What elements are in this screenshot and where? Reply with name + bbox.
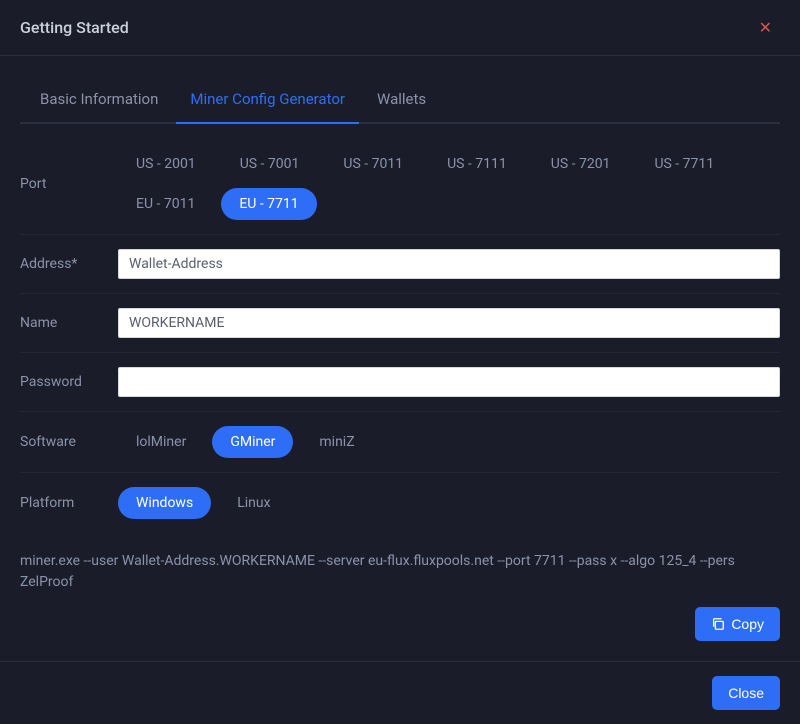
label-address: Address* — [20, 256, 118, 272]
software-option-gminer[interactable]: GMiner — [212, 426, 293, 458]
label-software: Software — [20, 434, 118, 450]
label-name: Name — [20, 315, 118, 331]
row-platform: Platform Windows Linux — [20, 473, 780, 533]
name-input[interactable] — [118, 308, 780, 338]
software-options: lolMiner GMiner miniZ — [118, 426, 780, 458]
value-name — [118, 308, 780, 338]
close-icon[interactable]: ✕ — [751, 14, 780, 41]
label-port: Port — [20, 176, 118, 192]
tab-bar: Basic Information Miner Config Generator… — [20, 76, 780, 124]
row-name: Name — [20, 294, 780, 353]
port-option-eu-7711[interactable]: EU - 7711 — [221, 188, 316, 220]
row-software: Software lolMiner GMiner miniZ — [20, 412, 780, 473]
copy-row: Copy — [20, 607, 780, 641]
copy-button[interactable]: Copy — [695, 607, 780, 641]
modal-footer: Close — [0, 661, 800, 724]
address-input[interactable] — [118, 249, 780, 279]
software-option-lolminer[interactable]: lolMiner — [118, 426, 204, 458]
port-option-us-7001[interactable]: US - 7001 — [222, 148, 318, 180]
port-option-us-7011[interactable]: US - 7011 — [325, 148, 421, 180]
platform-options: Windows Linux — [118, 487, 780, 519]
port-options: US - 2001 US - 7001 US - 7011 US - 7111 … — [118, 148, 780, 220]
close-button[interactable]: Close — [712, 676, 780, 710]
password-input[interactable] — [118, 367, 780, 397]
label-password: Password — [20, 374, 118, 390]
command-output: miner.exe --user Wallet-Address.WORKERNA… — [20, 551, 780, 593]
form-rows: Port US - 2001 US - 7001 US - 7011 US - … — [20, 134, 780, 533]
copy-icon — [711, 617, 725, 631]
tab-basic-information[interactable]: Basic Information — [38, 76, 160, 122]
row-password: Password — [20, 353, 780, 412]
software-option-miniz[interactable]: miniZ — [301, 426, 372, 458]
close-button-label: Close — [728, 685, 764, 701]
row-address: Address* — [20, 235, 780, 294]
platform-option-linux[interactable]: Linux — [219, 487, 288, 519]
modal-body: Basic Information Miner Config Generator… — [0, 56, 800, 661]
tab-wallets[interactable]: Wallets — [375, 76, 428, 122]
modal-dialog: Getting Started ✕ Basic Information Mine… — [0, 0, 800, 689]
port-option-us-7711[interactable]: US - 7711 — [636, 148, 732, 180]
value-password — [118, 367, 780, 397]
modal-title: Getting Started — [20, 18, 129, 37]
platform-option-windows[interactable]: Windows — [118, 487, 211, 519]
port-option-us-7201[interactable]: US - 7201 — [533, 148, 629, 180]
copy-button-label: Copy — [731, 616, 764, 632]
label-platform: Platform — [20, 495, 118, 511]
port-option-us-2001[interactable]: US - 2001 — [118, 148, 214, 180]
modal-header: Getting Started ✕ — [0, 0, 800, 56]
port-option-us-7111[interactable]: US - 7111 — [429, 148, 525, 180]
tab-miner-config-generator[interactable]: Miner Config Generator — [188, 76, 347, 122]
row-port: Port US - 2001 US - 7001 US - 7011 US - … — [20, 134, 780, 235]
value-address — [118, 249, 780, 279]
port-option-eu-7011[interactable]: EU - 7011 — [118, 188, 213, 220]
